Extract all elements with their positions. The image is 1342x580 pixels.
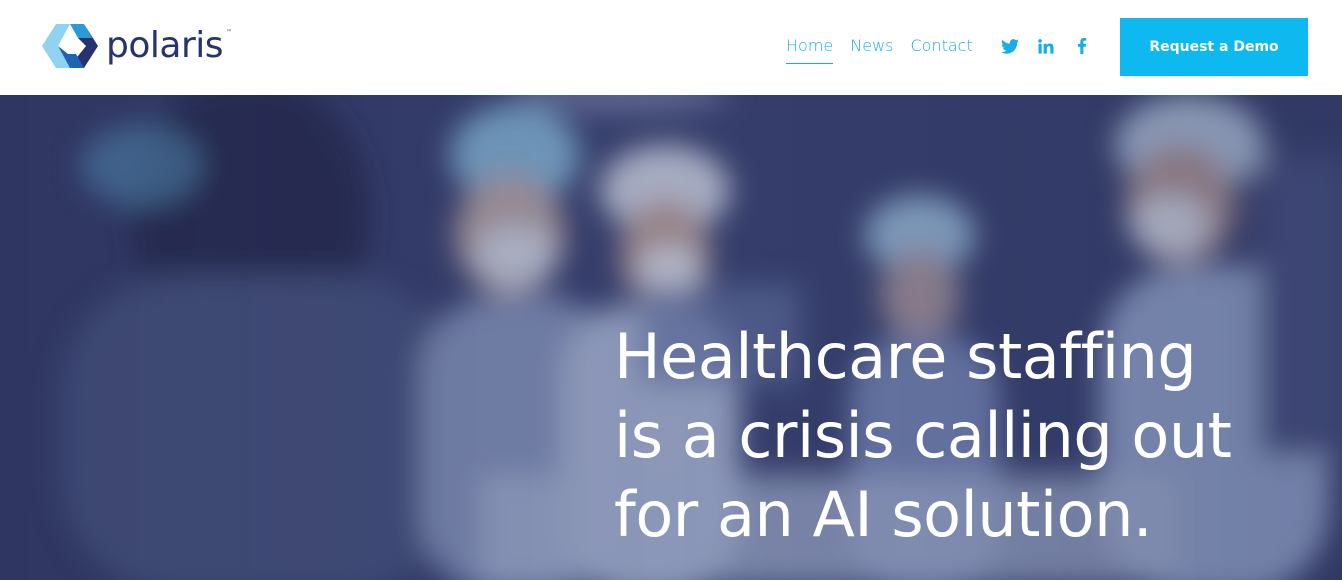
hero-headline: Healthcare staffing is a crisis calling … bbox=[614, 317, 1314, 554]
nav-link-news[interactable]: News bbox=[850, 35, 893, 63]
hero-headline-line-1: Healthcare staffing bbox=[614, 320, 1197, 393]
linkedin-icon[interactable] bbox=[1036, 37, 1056, 55]
brand-logo-link[interactable]: polaris ™ bbox=[40, 22, 235, 72]
polaris-hexagon-logo-icon bbox=[42, 24, 98, 68]
hero-headline-line-3: for an AI solution. bbox=[614, 478, 1153, 551]
site-header: polaris ™ Home News Contact Request a De… bbox=[0, 0, 1342, 95]
trademark-symbol: ™ bbox=[226, 28, 232, 36]
main-nav: Home News Contact bbox=[786, 35, 973, 64]
brand-name: polaris bbox=[106, 25, 224, 66]
hero-headline-line-2: is a crisis calling out bbox=[614, 399, 1232, 472]
nav-link-contact[interactable]: Contact bbox=[910, 35, 972, 63]
social-links bbox=[1000, 37, 1092, 55]
hero-section: Healthcare staffing is a crisis calling … bbox=[0, 95, 1342, 580]
facebook-icon[interactable] bbox=[1072, 37, 1092, 55]
request-demo-button[interactable]: Request a Demo bbox=[1120, 18, 1308, 76]
nav-link-home[interactable]: Home bbox=[786, 35, 834, 64]
twitter-icon[interactable] bbox=[1000, 37, 1020, 55]
